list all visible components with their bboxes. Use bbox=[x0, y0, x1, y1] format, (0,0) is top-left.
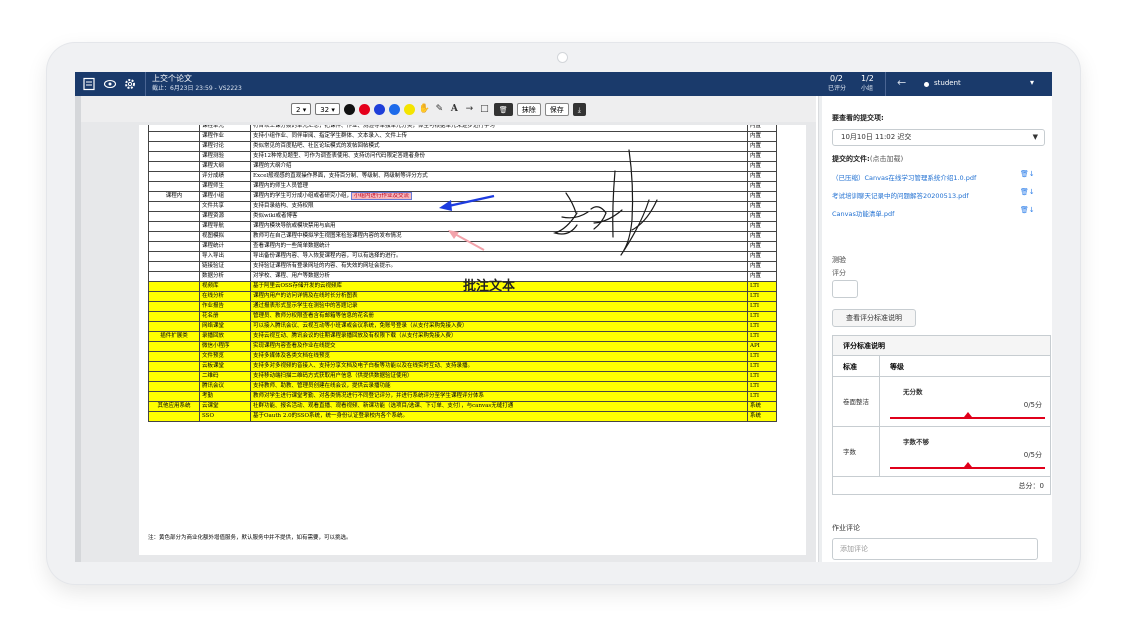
view-rubric-button[interactable]: 查看评分标准说明 bbox=[832, 309, 916, 327]
graded-count: 0/2 bbox=[830, 74, 843, 83]
rating-marker bbox=[963, 412, 972, 417]
camera-icon bbox=[557, 52, 568, 63]
graded-label: 已评分 bbox=[828, 85, 847, 92]
save-button[interactable]: 保存 bbox=[544, 102, 569, 116]
color-swatch-black[interactable] bbox=[343, 103, 355, 115]
annotation-overlay bbox=[439, 149, 658, 256]
file-link[interactable]: Canvas功能清单.pdf bbox=[832, 208, 894, 218]
handwritten-signature[interactable] bbox=[552, 149, 658, 256]
pencil-icon[interactable]: ✎ bbox=[434, 104, 445, 114]
delete-icon[interactable]: 🗑 bbox=[493, 102, 513, 116]
gear-icon[interactable] bbox=[123, 77, 137, 91]
rating-scale[interactable] bbox=[890, 417, 1045, 419]
top-bar: 上交个论文 截止：6月23日 23:59 - VS2223 0/2 已评分 1/… bbox=[75, 72, 1052, 96]
hand-icon[interactable]: ✋ bbox=[419, 104, 430, 114]
trash-icon[interactable]: 🗑↓ bbox=[1020, 206, 1035, 214]
rating-marker bbox=[963, 462, 972, 467]
group-count: 1/2 bbox=[861, 74, 874, 83]
comment-input[interactable]: 添加评论 bbox=[832, 538, 1038, 560]
viewer-scrollbar[interactable] bbox=[75, 96, 81, 562]
clear-button[interactable]: 抹除 bbox=[516, 102, 541, 116]
color-swatch-blue[interactable] bbox=[373, 103, 385, 115]
file-link[interactable]: （已压缩）Canvas在线学习管理系统介绍1.0.pdf bbox=[832, 172, 976, 182]
chevron-down-icon: ▼ bbox=[1032, 133, 1038, 141]
submission-select[interactable]: 10月10日 11:02 迟交 ▼ bbox=[832, 129, 1045, 146]
document-viewer: 2 ▾ 32 ▾ ✋ ✎ A → □ 🗑 抹除 保存 ⤓ 课程单元 符合以上课分拨… bbox=[75, 96, 816, 562]
assignment-due: 截止：6月23日 23:59 - VS2223 bbox=[152, 85, 242, 92]
blue-arrow-annotation[interactable] bbox=[443, 194, 495, 209]
criterion-label: 字数 bbox=[843, 448, 856, 456]
download-icon[interactable]: ⤓ bbox=[572, 102, 586, 116]
speedgrader-screen: 上交个论文 截止：6月23日 23:59 - VS2223 0/2 已评分 1/… bbox=[75, 72, 1052, 562]
comment-heading: 作业评论 bbox=[832, 524, 860, 532]
previous-student-icon[interactable]: ← bbox=[897, 76, 906, 89]
rating-label[interactable]: 字数不够 bbox=[903, 436, 929, 446]
divider bbox=[885, 72, 886, 96]
color-swatch-red[interactable] bbox=[358, 103, 370, 115]
trash-icon[interactable]: 🗑↓ bbox=[1020, 170, 1035, 178]
rating-label[interactable]: 无分数 bbox=[903, 386, 923, 396]
annotation-toolbar-strip: 2 ▾ 32 ▾ ✋ ✎ A → □ 🗑 抹除 保存 ⤓ bbox=[81, 96, 816, 122]
grade-input[interactable] bbox=[832, 280, 858, 298]
quiz-heading: 测验 bbox=[832, 256, 846, 264]
file-link[interactable]: 考试培训聊天记录中的问题解答20200513.pdf bbox=[832, 190, 969, 200]
files-heading: 提交的文件:(点击加载) bbox=[832, 155, 904, 163]
color-swatch-yellow[interactable] bbox=[403, 103, 415, 115]
grade-book-icon[interactable] bbox=[82, 77, 96, 91]
rectangle-icon[interactable]: □ bbox=[479, 104, 490, 114]
pink-arrow-annotation[interactable] bbox=[452, 232, 485, 251]
grading-sidebar: 要查看的提交项: 10月10日 11:02 迟交 ▼ 提交的文件:(点击加载) … bbox=[818, 96, 1052, 562]
group-label: 小组 bbox=[861, 85, 874, 92]
arrow-icon[interactable]: → bbox=[464, 104, 475, 114]
stroke-width-select[interactable]: 2 ▾ bbox=[291, 103, 312, 115]
color-swatch-light-blue[interactable] bbox=[388, 103, 400, 115]
points-label: 0/5分 bbox=[1023, 451, 1042, 459]
sidebar-scrollbar[interactable] bbox=[819, 96, 822, 562]
eye-icon[interactable] bbox=[103, 77, 117, 91]
text-icon[interactable]: A bbox=[449, 104, 460, 114]
points-label: 0/5分 bbox=[1023, 401, 1042, 409]
criteria-column-header: 标准 bbox=[843, 363, 857, 371]
chevron-down-icon[interactable]: ▾ bbox=[1030, 78, 1034, 87]
rubric-total: 总分：0 bbox=[1018, 482, 1044, 490]
grade-label: 评分 bbox=[832, 269, 846, 277]
rating-scale[interactable] bbox=[890, 467, 1045, 469]
rubric-title: 评分标准说明 bbox=[833, 336, 1050, 356]
submission-heading: 要查看的提交项: bbox=[832, 114, 884, 122]
student-avatar bbox=[924, 82, 929, 87]
divider bbox=[145, 72, 146, 96]
assignment-title[interactable]: 上交个论文 bbox=[152, 74, 192, 84]
student-selector[interactable]: student bbox=[934, 79, 961, 87]
annotation-toolbar: 2 ▾ 32 ▾ ✋ ✎ A → □ 🗑 抹除 保存 ⤓ bbox=[291, 101, 586, 117]
blue-arrowhead bbox=[439, 200, 452, 211]
rating-column-header: 等级 bbox=[890, 363, 904, 371]
criterion-label: 卷面整洁 bbox=[843, 398, 869, 406]
rubric-row: 卷面整洁 无分数 0/5分 bbox=[833, 376, 1050, 427]
font-size-select[interactable]: 32 ▾ bbox=[315, 103, 340, 115]
rubric-columns: 标准 等级 bbox=[833, 356, 1050, 377]
rubric-panel: 评分标准说明 标准 等级 卷面整洁 无分数 0/5分 字数 字数不够 0/5分 … bbox=[832, 335, 1051, 495]
trash-icon[interactable]: 🗑↓ bbox=[1020, 188, 1035, 196]
document-page: 课程单元 符合以上课分拨的单元汇总，把课件、作业、测验等单独单元分类，体生可根据单… bbox=[139, 125, 806, 555]
rubric-row: 字数 字数不够 0/5分 bbox=[833, 426, 1050, 477]
